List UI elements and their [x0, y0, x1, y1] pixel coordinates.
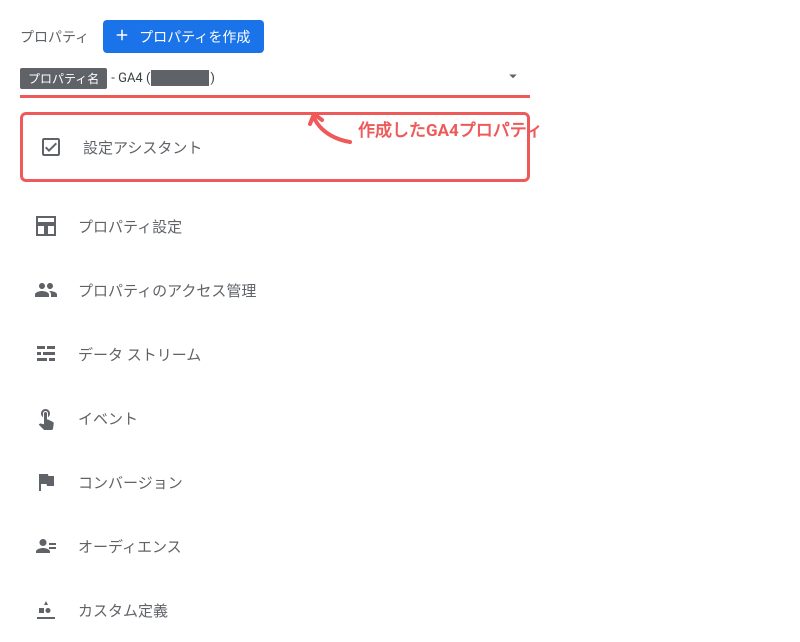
chevron-down-icon [504, 67, 522, 89]
arrow-icon [308, 116, 352, 155]
menu-item-events[interactable]: イベント [20, 386, 530, 450]
flag-icon [34, 470, 58, 494]
menu-item-label: イベント [78, 408, 138, 429]
custom-icon [34, 598, 58, 622]
callout-annotation: 作成したGA4プロパティ [308, 116, 543, 155]
menu-item-custom-definitions[interactable]: カスタム定義 [20, 578, 530, 642]
create-property-button[interactable]: プロパティを作成 [103, 20, 264, 53]
plus-icon [113, 26, 131, 47]
menu-item-label: プロパティ設定 [78, 216, 182, 237]
create-button-label: プロパティを作成 [139, 27, 250, 47]
property-selector[interactable]: プロパティ名 - GA4 ( ) [20, 63, 530, 98]
menu-item-label: 設定アシスタント [83, 137, 202, 158]
menu-item-conversion[interactable]: コンバージョン [20, 450, 530, 514]
property-menu: 設定アシスタント プロパティ設定 プロパティのアクセス管理 データ ストリーム [20, 112, 530, 642]
audience-icon [34, 534, 58, 558]
menu-item-label: オーディエンス [78, 536, 182, 557]
menu-item-label: カスタム定義 [78, 600, 168, 621]
menu-item-data-streams[interactable]: データ ストリーム [20, 322, 530, 386]
section-label: プロパティ [20, 27, 89, 47]
menu-item-label: コンバージョン [78, 472, 183, 493]
tap-icon [34, 406, 58, 430]
menu-item-label: データ ストリーム [78, 344, 201, 365]
property-header: プロパティ プロパティを作成 [20, 20, 800, 53]
checkbox-icon [39, 135, 63, 159]
layout-icon [34, 214, 58, 238]
property-name-value: - GA4 ( ) [111, 70, 215, 86]
menu-item-property-settings[interactable]: プロパティ設定 [20, 194, 530, 258]
menu-item-label: プロパティのアクセス管理 [78, 280, 256, 301]
annotation-text: 作成したGA4プロパティ [358, 116, 543, 141]
group-icon [34, 278, 58, 302]
property-name-badge: プロパティ名 [20, 68, 107, 89]
redacted-id [151, 70, 209, 86]
menu-item-access-management[interactable]: プロパティのアクセス管理 [20, 258, 530, 322]
menu-item-audience[interactable]: オーディエンス [20, 514, 530, 578]
stream-icon [34, 342, 58, 366]
